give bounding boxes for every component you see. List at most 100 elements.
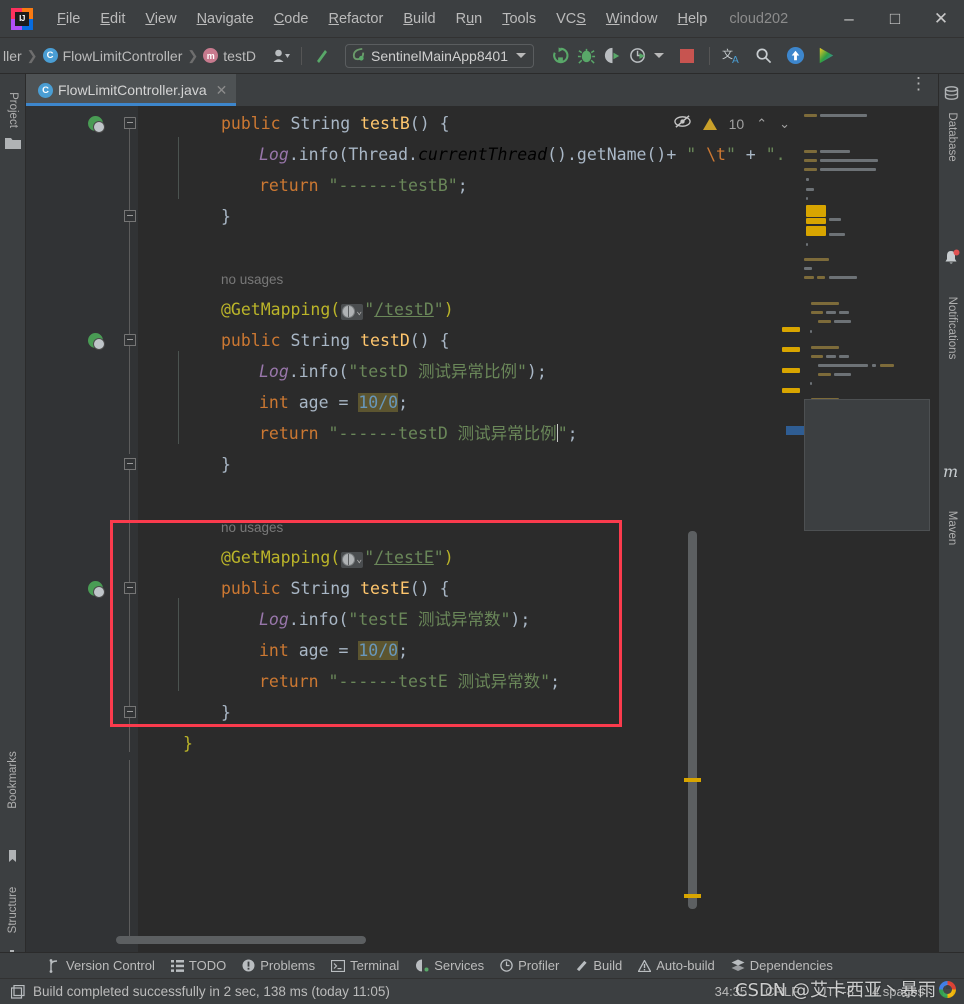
tool-window-terminal[interactable]: Terminal — [323, 958, 407, 973]
menu-run[interactable]: Run — [446, 8, 493, 30]
menu-navigate[interactable]: Navigate — [187, 8, 264, 30]
editor-horizontal-scrollbar[interactable] — [116, 936, 366, 944]
web-endpoint-icon[interactable]: ⌄ — [341, 303, 364, 320]
tab-flowlimitcontroller-java[interactable]: C FlowLimitController.java ✕ — [26, 74, 237, 106]
menu-vcs[interactable]: VCS — [546, 8, 596, 30]
editor-gutter[interactable] — [26, 106, 138, 952]
code-token: " — [557, 424, 568, 443]
menu-help[interactable]: Help — [667, 8, 717, 30]
code-line[interactable]: int age = 10/0; — [259, 635, 408, 666]
tool-window-auto-build[interactable]: Auto-build — [630, 958, 723, 973]
caret-position[interactable]: 34:35 — [715, 984, 748, 999]
code-line[interactable]: @GetMapping(⌄ "/testD") — [221, 294, 454, 325]
menu-refactor[interactable]: Refactor — [319, 8, 394, 30]
tool-window-todo[interactable]: TODO — [163, 958, 234, 973]
code-line[interactable]: return "------testD 测试异常比例"; — [259, 418, 578, 449]
menu-file[interactable]: File — [47, 8, 90, 30]
code-line[interactable]: public String testD() { — [221, 325, 450, 356]
breadcrumb-item-1[interactable]: FlowLimitController — [63, 48, 183, 64]
inspection-widget[interactable]: 10 ⌃ ⌄ — [673, 114, 790, 133]
profile-icon[interactable] — [268, 43, 294, 69]
search-icon[interactable] — [751, 43, 777, 69]
translate-icon[interactable]: 文 A — [719, 43, 745, 69]
tool-window-problems[interactable]: Problems — [234, 958, 323, 973]
profiler-dropdown-icon[interactable] — [652, 43, 666, 69]
code-hint-line[interactable]: no usages — [221, 263, 283, 294]
fold-region-start-icon[interactable] — [124, 582, 136, 594]
code-line[interactable]: Log.info("testE 测试异常数"); — [259, 604, 530, 635]
indent-setting[interactable]: 4 spaces — [872, 984, 924, 999]
file-encoding[interactable]: UTF-8 — [817, 984, 854, 999]
run-with-coverage-icon[interactable] — [600, 43, 626, 69]
fold-region-start-icon[interactable] — [124, 334, 136, 346]
code-line[interactable]: } — [221, 697, 231, 728]
lock-icon[interactable] — [942, 983, 954, 1000]
code-line[interactable]: public String testE() { — [221, 573, 450, 604]
sidebar-item-bookmarks[interactable]: Bookmarks — [7, 751, 19, 809]
profiler-icon[interactable] — [626, 43, 652, 69]
code-line[interactable]: Log.info("testD 测试异常比例"); — [259, 356, 547, 387]
menu-edit[interactable]: Edit — [90, 8, 135, 30]
code-line[interactable]: return "------testB"; — [259, 170, 468, 201]
web-endpoint-icon[interactable]: ⌄ — [341, 551, 364, 568]
code-line[interactable]: } — [183, 728, 193, 759]
sidebar-item-database[interactable]: Database — [946, 112, 958, 161]
hide-inspections-icon[interactable] — [673, 114, 691, 133]
fold-region-end-icon[interactable] — [124, 210, 136, 222]
menu-tools[interactable]: Tools — [492, 8, 546, 30]
sidebar-item-maven[interactable]: Maven — [946, 511, 958, 546]
maximize-button[interactable]: □ — [872, 0, 918, 38]
code-line[interactable]: Log.info(Thread.currentThread().getName(… — [259, 139, 796, 170]
sidebar-item-structure[interactable]: Structure — [7, 887, 19, 934]
code-line[interactable]: return "------testE 测试异常数"; — [259, 666, 560, 697]
menu-view[interactable]: View — [135, 8, 186, 30]
previous-problem-icon[interactable]: ⌃ — [756, 116, 767, 132]
status-message: Build completed successfully in 2 sec, 1… — [33, 984, 390, 999]
tool-window-services[interactable]: Services — [407, 958, 492, 973]
ide-feature-icon[interactable] — [813, 43, 839, 69]
editor-vertical-scrollbar[interactable] — [688, 531, 697, 909]
code-line[interactable]: int age = 10/0; — [259, 387, 408, 418]
breadcrumb-item-2[interactable]: testD — [223, 48, 256, 64]
usages-hint: no usages — [221, 520, 284, 535]
code-line[interactable]: } — [221, 449, 231, 480]
code-hint-line[interactable]: no usages — [221, 511, 283, 542]
menu-build[interactable]: Build — [393, 8, 445, 30]
code-line[interactable]: public String testB() { — [221, 108, 450, 139]
next-problem-icon[interactable]: ⌄ — [779, 116, 790, 132]
fold-region-end-icon[interactable] — [124, 458, 136, 470]
tool-window-build[interactable]: Build — [567, 958, 630, 973]
code-minimap[interactable] — [782, 106, 930, 952]
tool-window-version-control[interactable]: Version Control — [40, 958, 163, 973]
menu-window[interactable]: Window — [596, 8, 668, 30]
minimize-button[interactable]: – — [826, 0, 872, 38]
run-configuration-selector[interactable]: SentinelMainApp8401 — [344, 43, 534, 68]
code-line[interactable]: } — [221, 201, 231, 232]
chevron-down-icon[interactable] — [515, 53, 526, 58]
tool-window-dependencies[interactable]: Dependencies — [723, 958, 841, 973]
close-button[interactable]: ✕ — [918, 0, 964, 38]
debug-icon[interactable] — [574, 43, 600, 69]
build-status-icon[interactable] — [10, 984, 26, 1000]
run-icon[interactable] — [548, 43, 574, 69]
breadcrumb-item-0[interactable]: ller — [0, 48, 22, 64]
fold-region-start-icon[interactable] — [124, 117, 136, 129]
fold-region-end-icon[interactable] — [124, 706, 136, 718]
git-push-icon[interactable] — [783, 43, 809, 69]
tool-window-profiler[interactable]: Profiler — [492, 958, 567, 973]
close-tab-icon[interactable]: ✕ — [216, 82, 228, 99]
spring-bean-gutter-icon[interactable] — [88, 333, 105, 350]
code-line[interactable]: @GetMapping(⌄ "/testE") — [221, 542, 454, 573]
stop-icon[interactable] — [674, 43, 700, 69]
tab-options-icon[interactable]: ⋮ — [900, 74, 938, 106]
menu-code[interactable]: Code — [264, 8, 319, 30]
sidebar-item-notifications[interactable]: Notifications — [946, 297, 958, 360]
spring-bean-gutter-icon[interactable] — [88, 116, 105, 133]
method-icon: m — [203, 48, 219, 63]
code-editor[interactable]: public String testB() {Log.info(Thread.c… — [26, 106, 938, 952]
sidebar-item-project[interactable]: Project — [7, 92, 19, 128]
updates-icon[interactable] — [309, 43, 335, 69]
line-separator[interactable]: CRLF — [765, 984, 799, 999]
spring-bean-gutter-icon[interactable] — [88, 581, 105, 598]
